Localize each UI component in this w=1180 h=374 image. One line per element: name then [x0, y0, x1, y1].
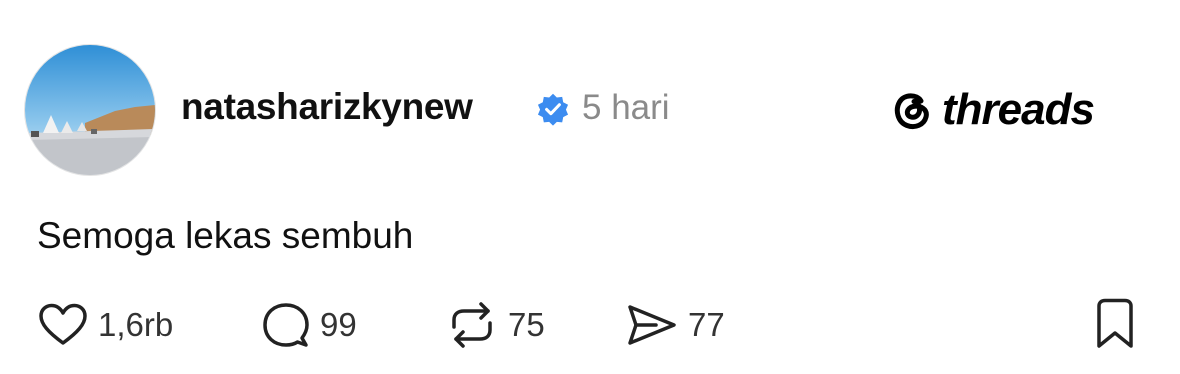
heart-icon: [39, 303, 87, 345]
avatar-image: [25, 45, 155, 175]
comment-icon: [263, 303, 309, 347]
repost-count: 75: [508, 306, 545, 343]
share-count: 77: [688, 306, 725, 343]
repost-icon: [452, 302, 492, 348]
bookmark-button[interactable]: [1094, 298, 1136, 355]
like-button[interactable]: 1,6rb: [38, 302, 173, 348]
reply-count: 99: [320, 306, 357, 343]
brand-name: threads: [942, 85, 1095, 134]
username[interactable]: natasharizkynew: [181, 86, 473, 128]
verified-badge-icon: [537, 93, 569, 126]
send-icon: [628, 305, 676, 345]
threads-logo-icon: [894, 93, 929, 130]
post-text: Semoga lekas sembuh: [37, 215, 414, 256]
avatar[interactable]: [24, 44, 156, 176]
threads-brand[interactable]: threads: [890, 85, 1095, 134]
repost-button[interactable]: 75: [446, 302, 545, 348]
share-button[interactable]: 77: [626, 302, 725, 348]
like-count: 1,6rb: [98, 306, 174, 343]
reply-button[interactable]: 99: [262, 302, 357, 348]
bookmark-icon: [1097, 298, 1133, 348]
post-time: 5 hari: [582, 88, 670, 127]
